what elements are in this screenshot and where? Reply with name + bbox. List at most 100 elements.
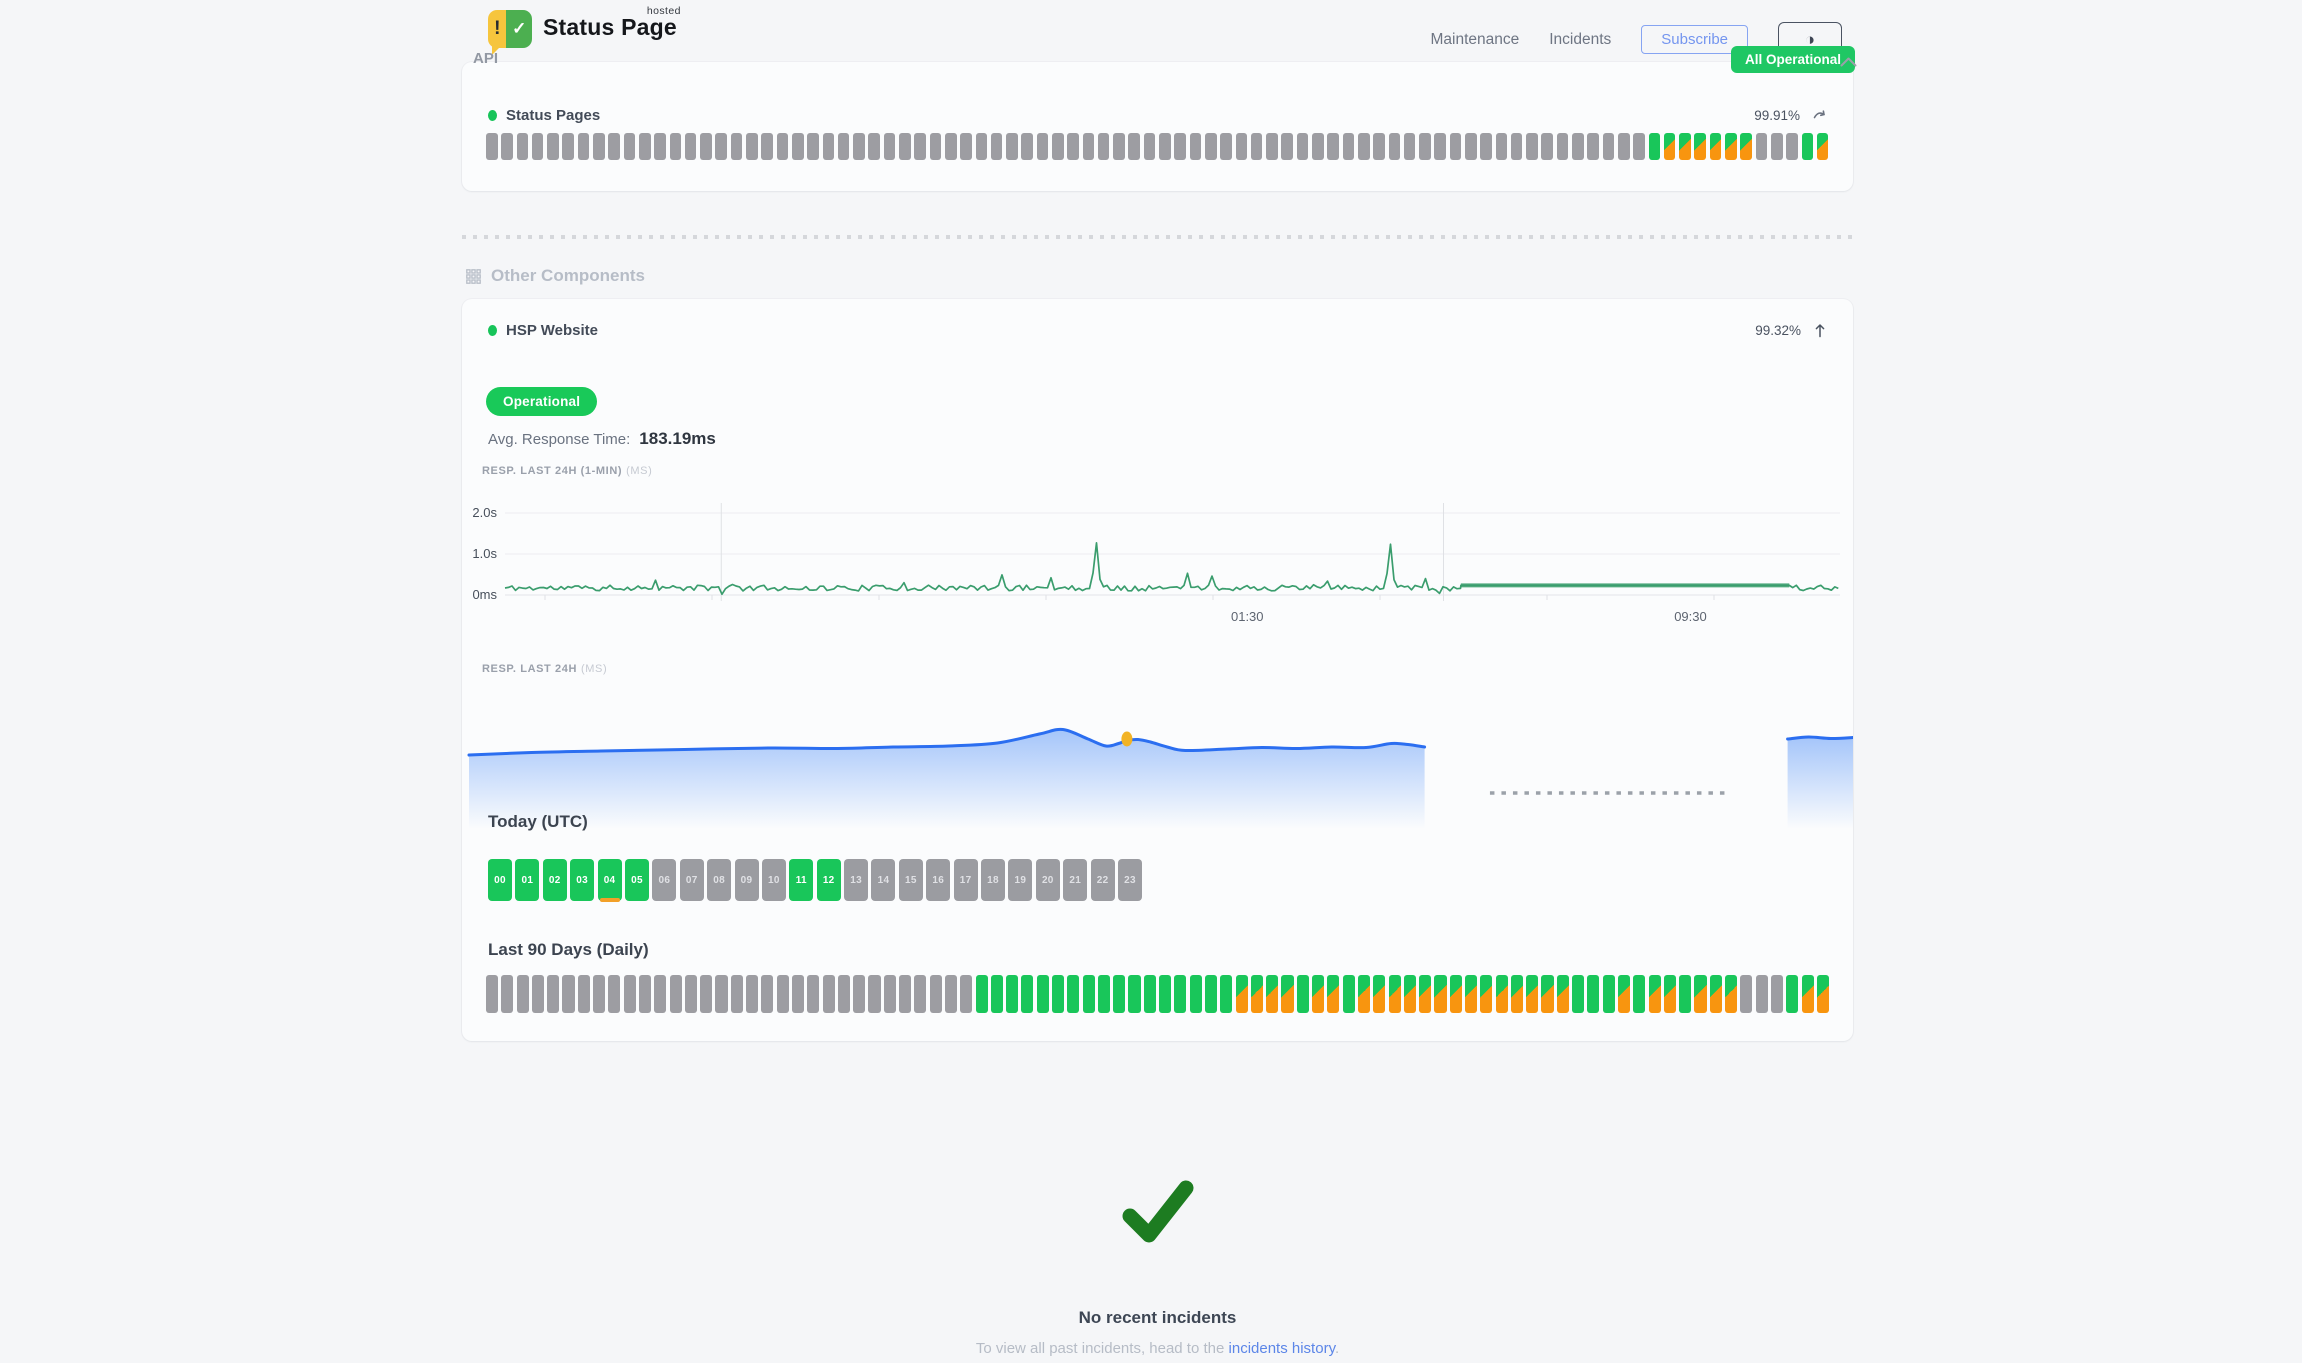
- uptime-bar[interactable]: [1159, 133, 1171, 160]
- uptime-bar[interactable]: [1572, 133, 1584, 160]
- hour-block-05[interactable]: 05: [625, 859, 649, 901]
- daily-uptime-bar[interactable]: [1021, 975, 1033, 1013]
- daily-uptime-bar[interactable]: [1220, 975, 1232, 1013]
- uptime-bar[interactable]: [1480, 133, 1492, 160]
- hour-block-20[interactable]: 20: [1036, 859, 1060, 901]
- uptime-bar[interactable]: [1113, 133, 1125, 160]
- daily-uptime-bar[interactable]: [486, 975, 498, 1013]
- redo-refresh-icon[interactable]: [1812, 108, 1827, 122]
- uptime-bar[interactable]: [1587, 133, 1599, 160]
- daily-uptime-bar[interactable]: [1450, 975, 1462, 1013]
- uptime-bar[interactable]: [501, 133, 513, 160]
- daily-uptime-bar[interactable]: [899, 975, 911, 1013]
- daily-uptime-bar[interactable]: [991, 975, 1003, 1013]
- uptime-bar[interactable]: [1725, 133, 1737, 160]
- uptime-bar[interactable]: [761, 133, 773, 160]
- uptime-bar[interactable]: [1664, 133, 1676, 160]
- uptime-bar[interactable]: [1526, 133, 1538, 160]
- daily-uptime-bar[interactable]: [1251, 975, 1263, 1013]
- uptime-bar[interactable]: [1297, 133, 1309, 160]
- daily-uptime-bar[interactable]: [501, 975, 513, 1013]
- daily-uptime-bar[interactable]: [1144, 975, 1156, 1013]
- daily-uptime-bar[interactable]: [1541, 975, 1553, 1013]
- daily-uptime-bar[interactable]: [1618, 975, 1630, 1013]
- uptime-bar[interactable]: [1220, 133, 1232, 160]
- daily-uptime-bar[interactable]: [1006, 975, 1018, 1013]
- daily-uptime-bar[interactable]: [1465, 975, 1477, 1013]
- daily-uptime-bar[interactable]: [777, 975, 789, 1013]
- daily-uptime-bar[interactable]: [1067, 975, 1079, 1013]
- chevron-up-icon[interactable]: [1840, 54, 1857, 72]
- daily-uptime-bar[interactable]: [578, 975, 590, 1013]
- uptime-bar[interactable]: [532, 133, 544, 160]
- daily-uptime-bar[interactable]: [532, 975, 544, 1013]
- uptime-bar[interactable]: [731, 133, 743, 160]
- uptime-bar[interactable]: [777, 133, 789, 160]
- hour-block-21[interactable]: 21: [1063, 859, 1087, 901]
- daily-uptime-bar[interactable]: [1205, 975, 1217, 1013]
- daily-uptime-bar[interactable]: [1480, 975, 1492, 1013]
- uptime-bar[interactable]: [578, 133, 590, 160]
- uptime-bar[interactable]: [746, 133, 758, 160]
- daily-uptime-bar[interactable]: [792, 975, 804, 1013]
- daily-uptime-bar[interactable]: [823, 975, 835, 1013]
- uptime-bar[interactable]: [838, 133, 850, 160]
- daily-uptime-bar[interactable]: [1572, 975, 1584, 1013]
- daily-uptime-bar[interactable]: [1358, 975, 1370, 1013]
- uptime-bar[interactable]: [868, 133, 880, 160]
- daily-uptime-bar[interactable]: [1817, 975, 1829, 1013]
- uptime-bar[interactable]: [1541, 133, 1553, 160]
- daily-uptime-bar[interactable]: [1756, 975, 1768, 1013]
- uptime-bar[interactable]: [1603, 133, 1615, 160]
- uptime-bar[interactable]: [1098, 133, 1110, 160]
- hour-block-02[interactable]: 02: [543, 859, 567, 901]
- daily-uptime-bar[interactable]: [1404, 975, 1416, 1013]
- uptime-bar[interactable]: [945, 133, 957, 160]
- uptime-bar[interactable]: [486, 133, 498, 160]
- daily-uptime-bar[interactable]: [1740, 975, 1752, 1013]
- nav-incidents[interactable]: Incidents: [1549, 31, 1611, 49]
- uptime-bar[interactable]: [1434, 133, 1446, 160]
- daily-uptime-bar[interactable]: [1159, 975, 1171, 1013]
- uptime-bar[interactable]: [1710, 133, 1722, 160]
- daily-uptime-bar[interactable]: [838, 975, 850, 1013]
- highlight-marker-dot[interactable]: [1121, 732, 1132, 747]
- uptime-bar[interactable]: [1236, 133, 1248, 160]
- daily-uptime-bar[interactable]: [1281, 975, 1293, 1013]
- daily-uptime-bar[interactable]: [685, 975, 697, 1013]
- uptime-bar[interactable]: [823, 133, 835, 160]
- daily-uptime-bar[interactable]: [853, 975, 865, 1013]
- daily-uptime-bar[interactable]: [593, 975, 605, 1013]
- uptime-bar[interactable]: [976, 133, 988, 160]
- daily-uptime-bar[interactable]: [1389, 975, 1401, 1013]
- uptime-bar[interactable]: [1052, 133, 1064, 160]
- daily-uptime-bar[interactable]: [1496, 975, 1508, 1013]
- daily-uptime-bar[interactable]: [1190, 975, 1202, 1013]
- daily-uptime-bar[interactable]: [1679, 975, 1691, 1013]
- daily-uptime-bar[interactable]: [1266, 975, 1278, 1013]
- uptime-bar[interactable]: [1190, 133, 1202, 160]
- uptime-bar[interactable]: [1312, 133, 1324, 160]
- hour-block-14[interactable]: 14: [871, 859, 895, 901]
- nav-maintenance[interactable]: Maintenance: [1430, 31, 1519, 49]
- hour-block-10[interactable]: 10: [762, 859, 786, 901]
- hour-block-17[interactable]: 17: [954, 859, 978, 901]
- hour-block-19[interactable]: 19: [1008, 859, 1032, 901]
- uptime-bar[interactable]: [1740, 133, 1752, 160]
- uptime-bar[interactable]: [1496, 133, 1508, 160]
- daily-uptime-bar[interactable]: [608, 975, 620, 1013]
- uptime-bar[interactable]: [1174, 133, 1186, 160]
- daily-uptime-bar[interactable]: [930, 975, 942, 1013]
- daily-uptime-bar[interactable]: [945, 975, 957, 1013]
- hour-block-12[interactable]: 12: [817, 859, 841, 901]
- hour-block-01[interactable]: 01: [515, 859, 539, 901]
- daily-uptime-bar[interactable]: [1113, 975, 1125, 1013]
- uptime-bar[interactable]: [1450, 133, 1462, 160]
- daily-uptime-bar[interactable]: [700, 975, 712, 1013]
- uptime-bar[interactable]: [593, 133, 605, 160]
- daily-uptime-bar[interactable]: [807, 975, 819, 1013]
- hour-block-15[interactable]: 15: [899, 859, 923, 901]
- daily-uptime-bar[interactable]: [1236, 975, 1248, 1013]
- uptime-bar[interactable]: [1419, 133, 1431, 160]
- incidents-history-link[interactable]: incidents history: [1229, 1340, 1335, 1357]
